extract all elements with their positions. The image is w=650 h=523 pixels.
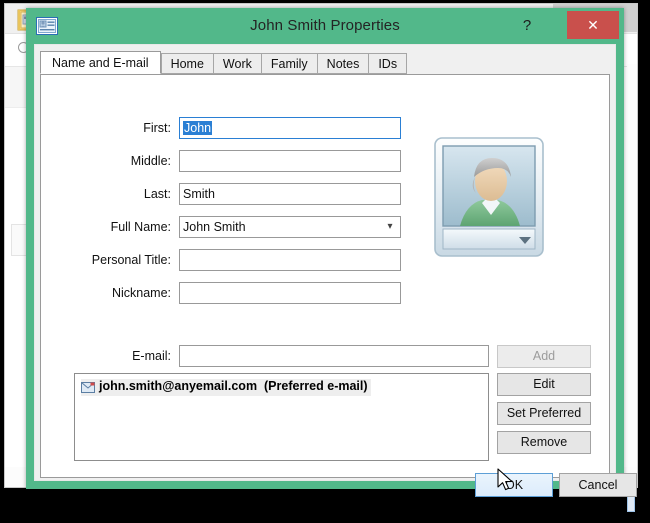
input-last[interactable]: Smith [179, 183, 401, 205]
cancel-button[interactable]: Cancel [559, 473, 637, 497]
tab-name-and-email[interactable]: Name and E-mail [40, 51, 161, 74]
chevron-down-icon[interactable]: ▾ [380, 217, 400, 237]
dialog-close-button[interactable]: ✕ [567, 11, 619, 39]
label-last: Last: [143, 187, 171, 201]
label-full-name: Full Name: [110, 220, 171, 234]
properties-dialog: John Smith Properties ? ✕ Name and E-mai… [26, 8, 637, 497]
label-email: E-mail: [132, 349, 171, 363]
email-preferred-tag: (Preferred e-mail) [264, 379, 368, 393]
background-scrollbar[interactable] [627, 64, 637, 512]
email-edit-button[interactable]: Edit [497, 373, 591, 396]
input-first-value: John [183, 121, 213, 135]
email-set-preferred-button[interactable]: Set Preferred [497, 402, 591, 425]
tab-panel-name-and-email: First: John Middle: Last: Smith Full Nam… [40, 74, 610, 478]
user-avatar-picture [434, 137, 544, 257]
tab-notes[interactable]: Notes [316, 53, 369, 74]
avatar-picture-button[interactable] [430, 133, 552, 267]
tab-work[interactable]: Work [212, 53, 261, 74]
email-list-item[interactable]: john.smith@anyemail.com (Preferred e-mai… [81, 379, 371, 396]
tab-ids[interactable]: IDs [368, 53, 408, 74]
combo-full-name-value: John Smith [183, 220, 246, 234]
label-middle: Middle: [130, 154, 171, 168]
ok-button[interactable]: OK [475, 473, 553, 497]
dialog-titlebar[interactable]: John Smith Properties ? ✕ [26, 8, 624, 44]
input-first[interactable]: John [179, 117, 401, 139]
dialog-body: Name and E-mail Home Work Family Notes I… [34, 44, 637, 497]
label-personal-title: Personal Title: [91, 253, 171, 267]
tab-strip: Name and E-mail Home Work Family Notes I… [40, 51, 610, 75]
email-add-button[interactable]: Add [497, 345, 591, 368]
input-middle[interactable] [179, 150, 401, 172]
input-nickname[interactable] [179, 282, 401, 304]
help-button[interactable]: ? [514, 15, 540, 37]
label-first: First: [143, 121, 171, 135]
email-list[interactable]: john.smith@anyemail.com (Preferred e-mai… [74, 373, 489, 461]
tab-family[interactable]: Family [260, 53, 317, 74]
email-remove-button[interactable]: Remove [497, 431, 591, 454]
input-email[interactable] [179, 345, 489, 367]
envelope-icon [81, 382, 95, 393]
combo-full-name[interactable]: John Smith ▾ [179, 216, 401, 238]
label-nickname: Nickname: [111, 286, 171, 300]
tab-home[interactable]: Home [160, 53, 213, 74]
input-personal-title[interactable] [179, 249, 401, 271]
email-address: john.smith@anyemail.com [99, 379, 258, 393]
